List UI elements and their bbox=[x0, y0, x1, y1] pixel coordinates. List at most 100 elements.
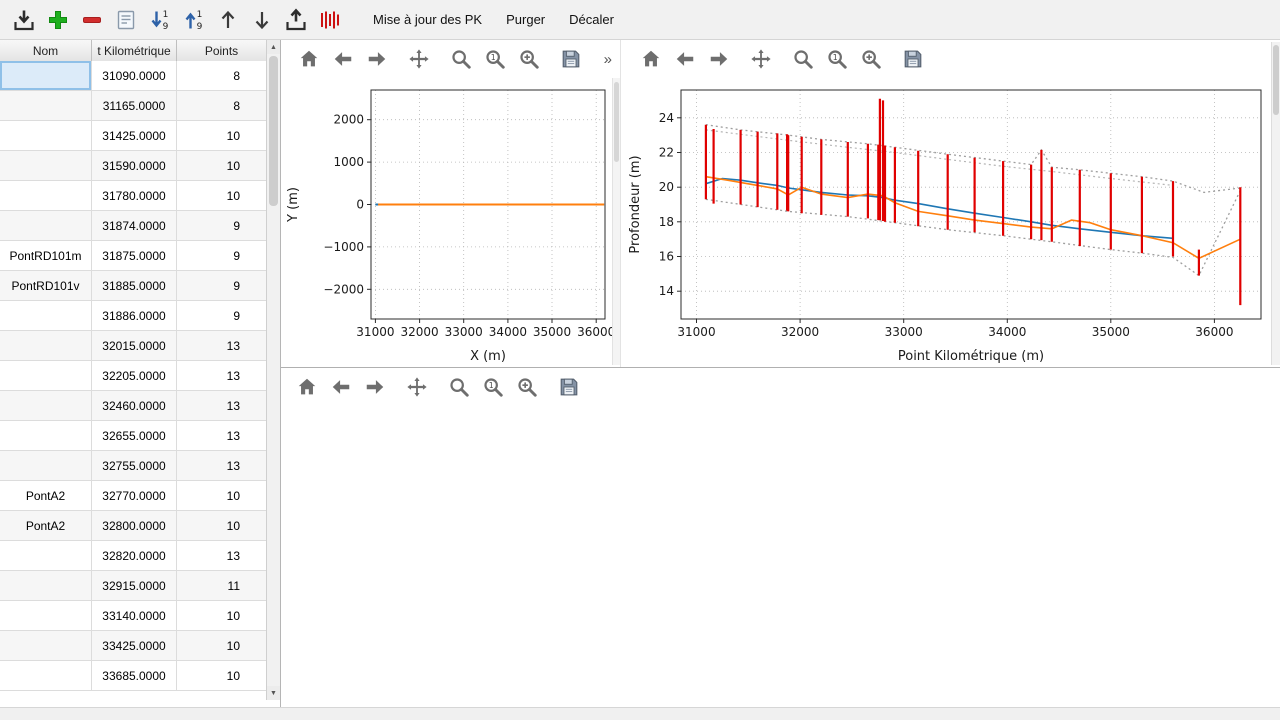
cell-points[interactable]: 8 bbox=[177, 91, 267, 121]
zoom-icon[interactable] bbox=[789, 45, 817, 73]
cell-pk[interactable]: 33425.0000 bbox=[92, 631, 177, 661]
cell-points[interactable]: 13 bbox=[177, 391, 267, 421]
cell-pk[interactable]: 31425.0000 bbox=[92, 121, 177, 151]
cell-points[interactable]: 8 bbox=[177, 61, 267, 91]
column-header-points[interactable]: Points bbox=[177, 40, 267, 61]
scroll-up-button[interactable]: ▲ bbox=[267, 40, 280, 54]
profile-chart[interactable]: 3100032000330003400035000360001416182022… bbox=[625, 78, 1271, 367]
scrollbar-thumb[interactable] bbox=[269, 56, 278, 206]
column-header-nom[interactable]: Nom bbox=[0, 40, 92, 61]
cell-points[interactable]: 13 bbox=[177, 421, 267, 451]
cell-points[interactable]: 10 bbox=[177, 481, 267, 511]
purge-button[interactable]: Purger bbox=[495, 6, 556, 34]
cell-pk[interactable]: 31590.0000 bbox=[92, 151, 177, 181]
zoom-icon[interactable] bbox=[447, 45, 475, 73]
empty-plot-canvas[interactable] bbox=[281, 408, 1280, 707]
cell-nom[interactable] bbox=[0, 301, 92, 331]
cell-pk[interactable]: 31886.0000 bbox=[92, 301, 177, 331]
cell-nom[interactable] bbox=[0, 421, 92, 451]
export-icon[interactable] bbox=[280, 4, 312, 36]
back-icon[interactable] bbox=[329, 45, 357, 73]
cell-points[interactable]: 9 bbox=[177, 301, 267, 331]
cell-nom[interactable] bbox=[0, 541, 92, 571]
remove-icon[interactable] bbox=[76, 4, 108, 36]
pan-icon[interactable] bbox=[403, 373, 431, 401]
cell-pk[interactable]: 32015.0000 bbox=[92, 331, 177, 361]
cell-pk[interactable]: 31874.0000 bbox=[92, 211, 177, 241]
cell-nom[interactable] bbox=[0, 211, 92, 241]
cell-nom[interactable] bbox=[0, 181, 92, 211]
cell-pk[interactable]: 31875.0000 bbox=[92, 241, 177, 271]
cell-points[interactable]: 10 bbox=[177, 601, 267, 631]
update-pk-button[interactable]: Mise à jour des PK bbox=[362, 6, 493, 34]
home-icon[interactable] bbox=[637, 45, 665, 73]
form-icon[interactable] bbox=[110, 4, 142, 36]
pan-icon[interactable] bbox=[747, 45, 775, 73]
plan-view-chart[interactable]: 310003200033000340003500036000−2000−1000… bbox=[283, 78, 613, 367]
cell-pk[interactable]: 32915.0000 bbox=[92, 571, 177, 601]
cell-points[interactable]: 10 bbox=[177, 151, 267, 181]
cell-points[interactable]: 10 bbox=[177, 661, 267, 691]
save-icon[interactable] bbox=[557, 45, 585, 73]
cell-nom[interactable] bbox=[0, 661, 92, 691]
cell-pk[interactable]: 33140.0000 bbox=[92, 601, 177, 631]
cell-pk[interactable]: 31780.0000 bbox=[92, 181, 177, 211]
cell-pk[interactable]: 31090.0000 bbox=[92, 61, 177, 91]
cell-nom[interactable] bbox=[0, 601, 92, 631]
zoom-select-icon[interactable] bbox=[857, 45, 885, 73]
cell-points[interactable]: 13 bbox=[177, 361, 267, 391]
cell-nom[interactable] bbox=[0, 451, 92, 481]
sort-asc-icon[interactable]: 19 bbox=[178, 4, 210, 36]
toolbar-overflow-icon[interactable]: » bbox=[604, 51, 612, 68]
cell-nom[interactable]: PontA2 bbox=[0, 481, 92, 511]
cell-points[interactable]: 10 bbox=[177, 511, 267, 541]
forward-icon[interactable] bbox=[361, 373, 389, 401]
save-icon[interactable] bbox=[555, 373, 583, 401]
cell-points[interactable]: 9 bbox=[177, 271, 267, 301]
move-down-icon[interactable] bbox=[246, 4, 278, 36]
cell-nom[interactable] bbox=[0, 361, 92, 391]
zoom-one-icon[interactable]: 1 bbox=[481, 45, 509, 73]
zoom-select-icon[interactable] bbox=[515, 45, 543, 73]
cell-pk[interactable]: 32800.0000 bbox=[92, 511, 177, 541]
home-icon[interactable] bbox=[293, 373, 321, 401]
cell-points[interactable]: 13 bbox=[177, 541, 267, 571]
forward-icon[interactable] bbox=[363, 45, 391, 73]
home-icon[interactable] bbox=[295, 45, 323, 73]
cell-nom[interactable] bbox=[0, 631, 92, 661]
table-scrollbar[interactable]: ▲ ▼ bbox=[266, 40, 280, 700]
scrollbar-thumb[interactable] bbox=[614, 82, 619, 162]
profile-scrollbar[interactable] bbox=[1271, 42, 1280, 365]
cell-nom[interactable] bbox=[0, 391, 92, 421]
forward-icon[interactable] bbox=[705, 45, 733, 73]
cell-pk[interactable]: 32655.0000 bbox=[92, 421, 177, 451]
pan-icon[interactable] bbox=[405, 45, 433, 73]
cell-nom[interactable] bbox=[0, 331, 92, 361]
import-icon[interactable] bbox=[8, 4, 40, 36]
save-icon[interactable] bbox=[899, 45, 927, 73]
cell-points[interactable]: 9 bbox=[177, 211, 267, 241]
shift-button[interactable]: Décaler bbox=[558, 6, 625, 34]
cell-pk[interactable]: 32820.0000 bbox=[92, 541, 177, 571]
plan-view-scrollbar[interactable] bbox=[612, 78, 620, 365]
cell-nom[interactable] bbox=[0, 571, 92, 601]
cell-nom[interactable]: PontRD101m bbox=[0, 241, 92, 271]
zoom-icon[interactable] bbox=[445, 373, 473, 401]
cell-points[interactable]: 11 bbox=[177, 571, 267, 601]
cell-nom[interactable] bbox=[0, 121, 92, 151]
zoom-one-icon[interactable]: 1 bbox=[479, 373, 507, 401]
sort-desc-icon[interactable]: 19 bbox=[144, 4, 176, 36]
cell-pk[interactable]: 33685.0000 bbox=[92, 661, 177, 691]
cell-points[interactable]: 9 bbox=[177, 241, 267, 271]
cell-nom[interactable]: PontA2 bbox=[0, 511, 92, 541]
cell-nom[interactable]: PontRD101v bbox=[0, 271, 92, 301]
add-icon[interactable] bbox=[42, 4, 74, 36]
cell-points[interactable]: 10 bbox=[177, 631, 267, 661]
cell-pk[interactable]: 32460.0000 bbox=[92, 391, 177, 421]
scrollbar-thumb[interactable] bbox=[1273, 45, 1279, 115]
column-header-pk[interactable]: t Kilométrique bbox=[92, 40, 177, 61]
cell-pk[interactable]: 32770.0000 bbox=[92, 481, 177, 511]
cell-nom[interactable] bbox=[0, 151, 92, 181]
cell-points[interactable]: 13 bbox=[177, 331, 267, 361]
cell-points[interactable]: 13 bbox=[177, 451, 267, 481]
